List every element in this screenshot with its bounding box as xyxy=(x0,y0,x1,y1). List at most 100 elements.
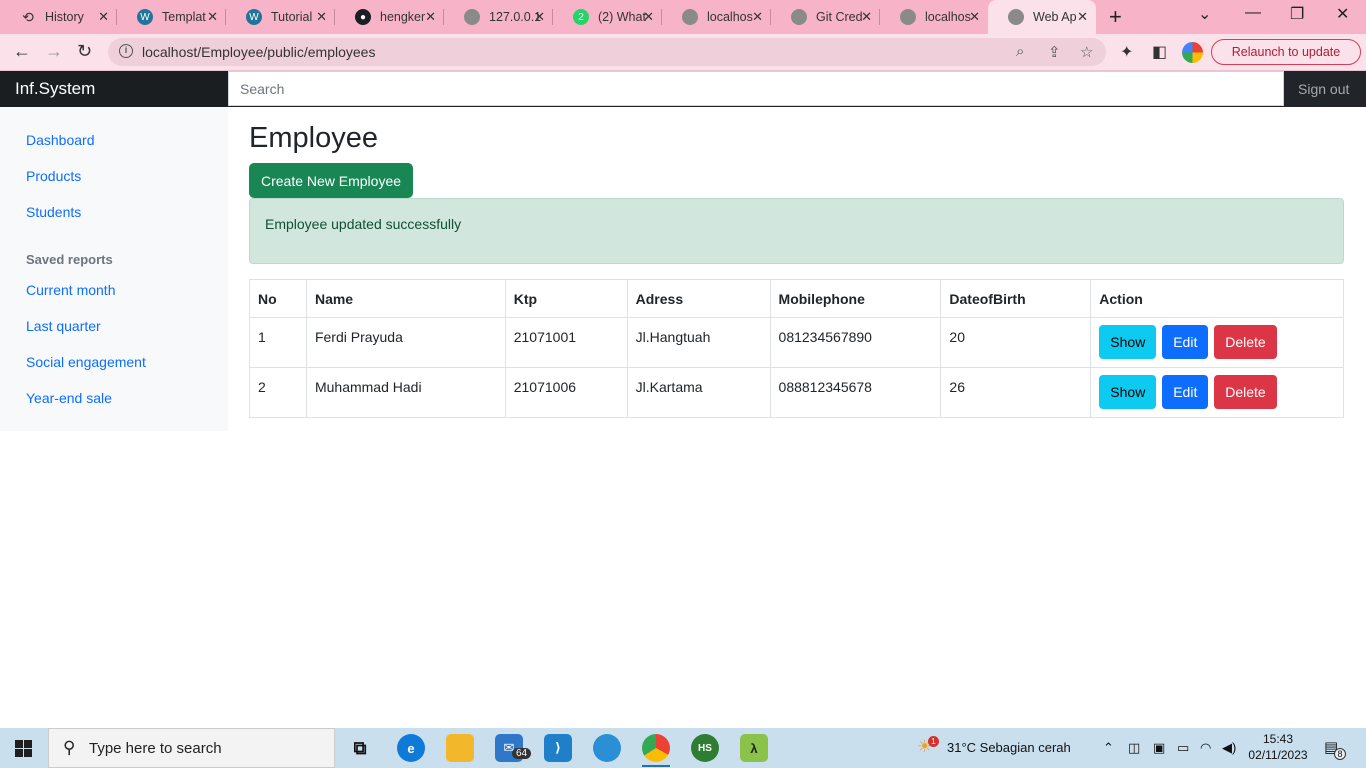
globe-icon xyxy=(1008,9,1024,25)
battery-icon[interactable]: ▭ xyxy=(1177,740,1189,756)
tab-history[interactable]: ⟲ History ✕ xyxy=(0,0,117,34)
sidebar: Dashboard Products Students Saved report… xyxy=(0,107,228,431)
address-bar[interactable]: i localhost/Employee/public/employees ⌕ … xyxy=(108,38,1106,66)
delete-button[interactable]: Delete xyxy=(1214,325,1277,359)
cell-dateofbirth: 20 xyxy=(940,317,1092,368)
window-close-icon[interactable]: ✕ xyxy=(1336,4,1349,24)
close-icon[interactable]: ✕ xyxy=(207,9,218,25)
vscode-icon[interactable]: ⟩ xyxy=(544,734,572,762)
heidisql-icon[interactable]: HS xyxy=(691,734,719,762)
taskbar-search-box[interactable]: ⚲ Type here to search xyxy=(48,728,335,768)
globe-icon xyxy=(900,9,916,25)
weather-badge: 1 xyxy=(928,736,939,747)
edit-button[interactable]: Edit xyxy=(1162,325,1209,359)
cell-mobilephone: 088812345678 xyxy=(769,367,942,418)
globe-icon xyxy=(682,9,698,25)
sidebar-item-students[interactable]: Students xyxy=(26,204,81,220)
sidebar-item-current-month[interactable]: Current month xyxy=(26,282,115,298)
display-icon[interactable]: ▣ xyxy=(1153,740,1165,756)
extensions-icon[interactable]: ✦ xyxy=(1120,42,1133,62)
close-icon[interactable]: ✕ xyxy=(1077,9,1088,25)
terminal-lambda-icon[interactable]: λ xyxy=(740,734,768,762)
wordpress-icon: W xyxy=(246,9,262,25)
chrome-icon[interactable] xyxy=(642,734,670,767)
close-icon[interactable]: ✕ xyxy=(98,9,109,25)
wifi-icon[interactable]: ◠ xyxy=(1200,740,1211,756)
sidebar-item-products[interactable]: Products xyxy=(26,168,81,184)
restore-icon[interactable]: ❐ xyxy=(1290,4,1304,24)
show-button[interactable]: Show xyxy=(1099,375,1157,409)
bookmark-star-icon[interactable]: ☆ xyxy=(1080,43,1093,61)
cell-adress: Jl.Hangtuah xyxy=(626,317,771,368)
edit-button[interactable]: Edit xyxy=(1162,375,1209,409)
app-navbar: Inf.System Sign out xyxy=(0,71,1366,107)
url-text[interactable]: localhost/Employee/public/employees xyxy=(142,44,375,60)
show-button[interactable]: Show xyxy=(1099,325,1157,359)
weather-text[interactable]: 31°C Sebagian cerah xyxy=(947,740,1071,755)
profile-avatar[interactable] xyxy=(1182,42,1203,63)
zoom-icon[interactable]: ⌕ xyxy=(1016,43,1024,60)
chevron-up-icon[interactable]: ⌃ xyxy=(1103,740,1114,756)
new-tab-icon[interactable]: + xyxy=(1109,4,1122,30)
site-info-icon[interactable]: i xyxy=(119,44,133,58)
tab-git-cred[interactable]: Git Cred ✕ xyxy=(771,0,880,34)
column-header: Action xyxy=(1090,279,1344,318)
tab-whatsapp[interactable]: 2 (2) What ✕ xyxy=(553,0,662,34)
sidebar-item-year-end-sale[interactable]: Year-end sale xyxy=(26,390,112,406)
column-header: Mobilephone xyxy=(769,279,942,318)
close-icon[interactable]: ✕ xyxy=(861,9,872,25)
column-header: Adress xyxy=(626,279,771,318)
brand[interactable]: Inf.System xyxy=(0,71,228,107)
clock[interactable]: 15:43 02/11/2023 xyxy=(1248,731,1308,763)
share-icon[interactable]: ⇪ xyxy=(1048,43,1061,61)
tab-github[interactable]: ● hengker ✕ xyxy=(335,0,444,34)
search-input[interactable] xyxy=(228,71,1284,106)
meet-now-icon[interactable]: ◫ xyxy=(1128,740,1140,756)
file-explorer-icon[interactable] xyxy=(446,734,474,762)
tab-template[interactable]: W Templat ✕ xyxy=(117,0,226,34)
close-icon[interactable]: ✕ xyxy=(316,9,327,25)
relaunch-button[interactable]: Relaunch to update xyxy=(1211,39,1361,65)
close-icon[interactable]: ✕ xyxy=(534,9,545,25)
column-header: No xyxy=(249,279,307,318)
cell-ktp: 21071006 xyxy=(504,367,628,418)
tab-web-app[interactable]: Web Ap ✕ xyxy=(988,0,1096,34)
cell-dateofbirth: 26 xyxy=(940,367,1092,418)
forward-icon[interactable]: → xyxy=(45,41,63,62)
column-header: Name xyxy=(305,279,506,318)
tab-localhost-2[interactable]: localhos ✕ xyxy=(880,0,988,34)
table-row: 1 Ferdi Prayuda 21071001 Jl.Hangtuah 081… xyxy=(249,317,1344,368)
create-employee-button[interactable]: Create New Employee xyxy=(249,163,413,198)
history-icon: ⟲ xyxy=(22,8,34,25)
globe-icon xyxy=(791,9,807,25)
notification-count: 8 xyxy=(1334,748,1346,760)
sign-out-link[interactable]: Sign out xyxy=(1298,71,1349,107)
clock-time: 15:43 xyxy=(1262,732,1294,746)
taskbar-search-label: Type here to search xyxy=(89,740,222,757)
minimize-icon[interactable]: — xyxy=(1245,4,1261,22)
clock-date: 02/11/2023 xyxy=(1248,748,1308,762)
tab-label: History xyxy=(45,10,84,24)
tab-localhost-1[interactable]: localhos ✕ xyxy=(662,0,771,34)
tab-localhost-ip[interactable]: 127.0.0.1 ✕ xyxy=(444,0,553,34)
task-view-icon[interactable]: ⧉ xyxy=(346,734,374,762)
mysql-workbench-icon[interactable] xyxy=(593,734,621,762)
back-icon[interactable]: ← xyxy=(13,41,31,62)
sidebar-item-dashboard[interactable]: Dashboard xyxy=(26,132,95,148)
close-icon[interactable]: ✕ xyxy=(643,9,654,25)
reload-icon[interactable]: ↻ xyxy=(77,41,92,62)
tab-tutorial[interactable]: W Tutorial ✕ xyxy=(226,0,335,34)
close-icon[interactable]: ✕ xyxy=(752,9,763,25)
cell-actions: Show Edit Delete xyxy=(1090,317,1344,368)
tab-search-chevron-icon[interactable]: ⌄ xyxy=(1198,4,1211,24)
sidebar-item-last-quarter[interactable]: Last quarter xyxy=(26,318,101,334)
volume-icon[interactable]: ◀) xyxy=(1222,740,1236,756)
delete-button[interactable]: Delete xyxy=(1214,375,1277,409)
sidebar-item-social-engagement[interactable]: Social engagement xyxy=(26,354,146,370)
windows-start-icon[interactable] xyxy=(15,740,32,757)
side-panel-icon[interactable]: ◧ xyxy=(1152,42,1167,62)
close-icon[interactable]: ✕ xyxy=(969,9,980,25)
browser-tab-strip: ⟲ History ✕ W Templat ✕ W Tutorial ✕ ● h… xyxy=(0,0,1366,34)
edge-icon[interactable]: e xyxy=(397,734,425,762)
close-icon[interactable]: ✕ xyxy=(425,9,436,25)
